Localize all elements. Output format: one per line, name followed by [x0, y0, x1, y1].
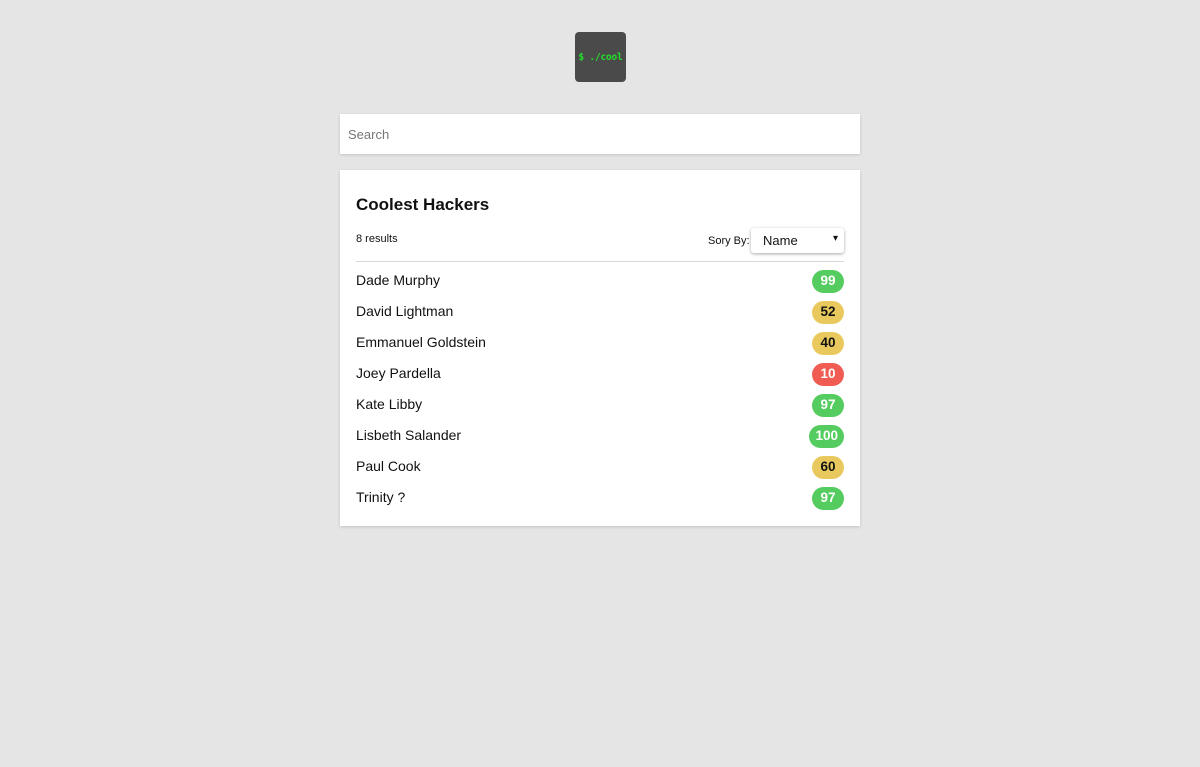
score-badge: 97	[812, 394, 844, 417]
hacker-name: Kate Libby	[356, 396, 423, 412]
hacker-name: Joey Pardella	[356, 365, 441, 381]
score-badge: 10	[812, 363, 844, 386]
list-item: Emmanuel Goldstein 40	[356, 328, 844, 359]
hacker-list: Dade Murphy 99 David Lightman 52 Emmanue…	[356, 266, 844, 514]
card-title: Coolest Hackers	[356, 195, 490, 214]
list-item: Kate Libby 97	[356, 390, 844, 421]
hacker-name: David Lightman	[356, 303, 454, 319]
list-item: Trinity ? 97	[356, 483, 844, 514]
sort-label: Sory By:	[708, 235, 750, 247]
hacker-name: Emmanuel Goldstein	[356, 334, 486, 350]
score-badge: 99	[812, 270, 844, 293]
sort-by-select[interactable]: Name ▾	[751, 228, 844, 253]
list-item: David Lightman 52	[356, 297, 844, 328]
search-box	[340, 114, 860, 154]
app-logo: $ ./cool	[575, 32, 626, 82]
score-badge: 60	[812, 456, 844, 479]
score-badge: 97	[812, 487, 844, 510]
logo-text: $ ./cool	[578, 51, 623, 63]
search-input[interactable]	[340, 114, 860, 154]
list-item: Paul Cook 60	[356, 452, 844, 483]
hacker-name: Dade Murphy	[356, 272, 441, 288]
caret-down-icon: ▾	[832, 233, 838, 244]
list-item: Joey Pardella 10	[356, 359, 844, 390]
score-badge: 100	[809, 425, 844, 448]
sort-selected-value: Name	[763, 233, 798, 248]
list-item: Lisbeth Salander 100	[356, 421, 844, 452]
score-badge: 52	[812, 301, 844, 324]
results-card: Coolest Hackers 8 results Sory By: Name …	[340, 170, 860, 526]
hacker-name: Trinity ?	[356, 489, 406, 505]
hacker-name: Lisbeth Salander	[356, 427, 462, 443]
hacker-name: Paul Cook	[356, 458, 421, 474]
list-item: Dade Murphy 99	[356, 266, 844, 297]
divider	[356, 261, 844, 262]
score-badge: 40	[812, 332, 844, 355]
results-count: 8 results	[356, 233, 398, 245]
